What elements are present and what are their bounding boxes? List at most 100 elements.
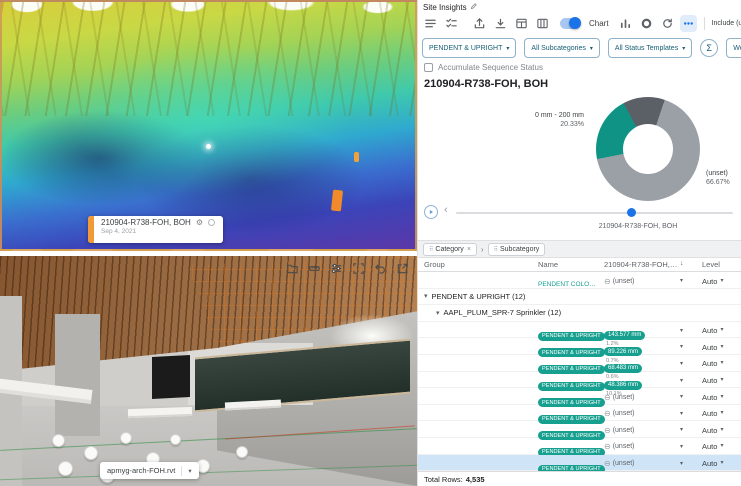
loop-icon[interactable] (659, 15, 676, 32)
donut-chart-icon[interactable] (638, 15, 655, 32)
column-header-value[interactable]: 210904-R738-FOH, BOH (604, 260, 678, 269)
level-select[interactable]: Auto▾ (702, 376, 723, 385)
row-name-link[interactable]: PENDENT COLOR P... (538, 281, 600, 288)
table-row[interactable]: PENDENT & UPRIGHT68.483 mm0.6%▾Auto▾ (418, 355, 741, 372)
value-caret-icon[interactable]: ▾ (680, 426, 683, 433)
checklist-icon[interactable] (443, 15, 460, 32)
level-select[interactable]: Auto▾ (702, 409, 723, 418)
measure-icon[interactable] (308, 262, 321, 275)
play-button[interactable] (424, 205, 438, 219)
table-row[interactable]: PENDENT & UPRIGHT⊖(unset)▾Auto▾ (418, 455, 741, 471)
folder-icon[interactable] (286, 262, 299, 275)
model-stool (236, 446, 248, 458)
table-row[interactable]: PENDENT COLOR P...⊖(unset)▾Auto▾ (418, 272, 741, 289)
value-caret-icon[interactable]: ▾ (680, 327, 683, 334)
unset-icon: ⊖ (604, 393, 611, 402)
table-row[interactable]: PENDENT & UPRIGHT143.577 mm1.2%▾Auto▾ (418, 322, 741, 339)
subcategory-dropdown[interactable]: All Subcategories▾ (524, 38, 600, 58)
unset-value: ⊖(unset) (604, 442, 676, 451)
table-icon[interactable] (513, 15, 530, 32)
table-row[interactable]: PENDENT & UPRIGHT89.226 mm0.7%▾Auto▾ (418, 338, 741, 355)
collapse-caret-icon[interactable]: ▾ (424, 292, 428, 300)
table-row[interactable]: ▾PENDENT & UPRIGHT (12) (418, 289, 741, 306)
table-row[interactable]: PENDENT & UPRIGHT⊖(unset)▾Auto▾ (418, 388, 741, 405)
edit-pencil-icon[interactable] (470, 2, 478, 12)
chart-toggle[interactable] (560, 18, 581, 29)
level-select[interactable]: Auto▾ (702, 359, 723, 368)
sync-ring-icon[interactable] (208, 219, 215, 226)
value-caret-icon[interactable]: ▾ (680, 360, 683, 367)
site-insights-panel: Site Insights Chart Include (unset) PEND… (417, 0, 741, 486)
scatter-icon[interactable] (680, 15, 697, 32)
view-list-icon[interactable] (422, 15, 439, 32)
model-file-selector[interactable]: apmyg-arch-FOH.rvt ▾ (100, 462, 199, 479)
columns-icon[interactable] (534, 15, 551, 32)
unset-icon: ⊖ (604, 277, 611, 286)
level-select[interactable]: Auto▾ (702, 343, 723, 352)
table-row[interactable]: PENDENT & UPRIGHT⊖(unset)▾Auto▾ (418, 405, 741, 422)
donut-chart[interactable] (596, 97, 700, 201)
export-icon[interactable] (471, 15, 488, 32)
chevron-down-icon: ▾ (720, 376, 723, 385)
value-caret-icon[interactable]: ▾ (680, 460, 683, 467)
unset-icon: ⊖ (604, 459, 611, 468)
grouping-chip-category[interactable]: ⠿ Category × (423, 243, 477, 256)
collapse-caret-icon[interactable]: ▾ (436, 309, 440, 317)
sort-desc-icon[interactable]: ↓ (680, 260, 684, 267)
chevron-left-icon[interactable]: ‹ (444, 204, 448, 216)
chevron-down-icon: ▾ (720, 277, 723, 286)
model-viewport[interactable]: apmyg-arch-FOH.rvt ▾ (0, 256, 417, 486)
level-select[interactable]: Auto▾ (702, 277, 723, 286)
fit-view-icon[interactable] (352, 262, 365, 275)
level-select[interactable]: Auto▾ (702, 326, 723, 335)
unset-value: ⊖(unset) (604, 459, 676, 468)
timeline-handle[interactable] (627, 208, 636, 217)
column-header-group[interactable]: Group (424, 260, 445, 269)
level-select[interactable]: Auto▾ (702, 426, 723, 435)
pointcloud-viewport[interactable]: 210904-R738-FOH, BOH ⚙ Sep 4, 2021 (0, 0, 417, 251)
undo-icon[interactable] (374, 262, 387, 275)
level-select[interactable]: Auto▾ (702, 442, 723, 451)
table-row[interactable]: PENDENT & UPRIGHT⊖(unset)▾Auto▾ (418, 438, 741, 455)
table-header: Group Name 210904-R738-FOH, BOH ↓ Level (418, 259, 741, 272)
sigma-button[interactable]: Σ (700, 39, 718, 57)
download-icon[interactable] (492, 15, 509, 32)
bar-chart-icon[interactable] (617, 15, 634, 32)
column-header-name[interactable]: Name (538, 260, 558, 269)
chart-toggle-label: Chart (589, 19, 609, 28)
unset-icon: ⊖ (604, 442, 611, 451)
weight-dropdown[interactable]: Wei (726, 38, 741, 58)
include-unset-label[interactable]: Include (unset) (712, 20, 741, 27)
chevron-down-icon[interactable]: ▾ (188, 467, 191, 475)
drag-handle-icon[interactable]: ⠿ (494, 246, 497, 253)
capture-tag[interactable]: 210904-R738-FOH, BOH ⚙ Sep 4, 2021 (88, 216, 223, 243)
level-select[interactable]: Auto▾ (702, 459, 723, 468)
open-external-icon[interactable] (396, 262, 409, 275)
value-caret-icon[interactable]: ▾ (680, 277, 683, 284)
table-row[interactable]: PENDENT & UPRIGHT⊖(unset)▾Auto▾ (418, 421, 741, 438)
level-select[interactable]: Auto▾ (702, 393, 723, 402)
category-dropdown[interactable]: PENDENT & UPRIGHT▾ (422, 38, 516, 58)
value-caret-icon[interactable]: ▾ (680, 377, 683, 384)
chevron-down-icon: ▾ (506, 45, 509, 52)
value-caret-icon[interactable]: ▾ (680, 443, 683, 450)
timeline-slider[interactable] (456, 212, 733, 214)
gear-icon[interactable]: ⚙ (196, 218, 203, 227)
chevron-down-icon: ▾ (720, 343, 723, 352)
grouping-chip-subcategory[interactable]: ⠿ Subcategory (488, 243, 546, 256)
toolbar-divider (704, 17, 705, 30)
column-header-level[interactable]: Level (702, 260, 720, 269)
chevron-down-icon: ▾ (720, 442, 723, 451)
value-caret-icon[interactable]: ▾ (680, 343, 683, 350)
total-rows-value: 4,535 (466, 475, 485, 484)
close-icon[interactable]: × (467, 246, 471, 253)
accumulate-checkbox[interactable] (424, 63, 433, 72)
status-template-dropdown[interactable]: All Status Templates▾ (608, 38, 692, 58)
table-row[interactable]: PENDENT & UPRIGHT48.386 mm10.1%▾Auto▾ (418, 372, 741, 389)
drag-handle-icon[interactable]: ⠿ (429, 246, 432, 253)
total-rows-label: Total Rows: (424, 475, 463, 484)
table-row[interactable]: ▾AAPL_PLUM_SPR-7 Sprinkler (12) (418, 305, 741, 322)
value-caret-icon[interactable]: ▾ (680, 410, 683, 417)
value-caret-icon[interactable]: ▾ (680, 393, 683, 400)
sliders-icon[interactable] (330, 262, 343, 275)
